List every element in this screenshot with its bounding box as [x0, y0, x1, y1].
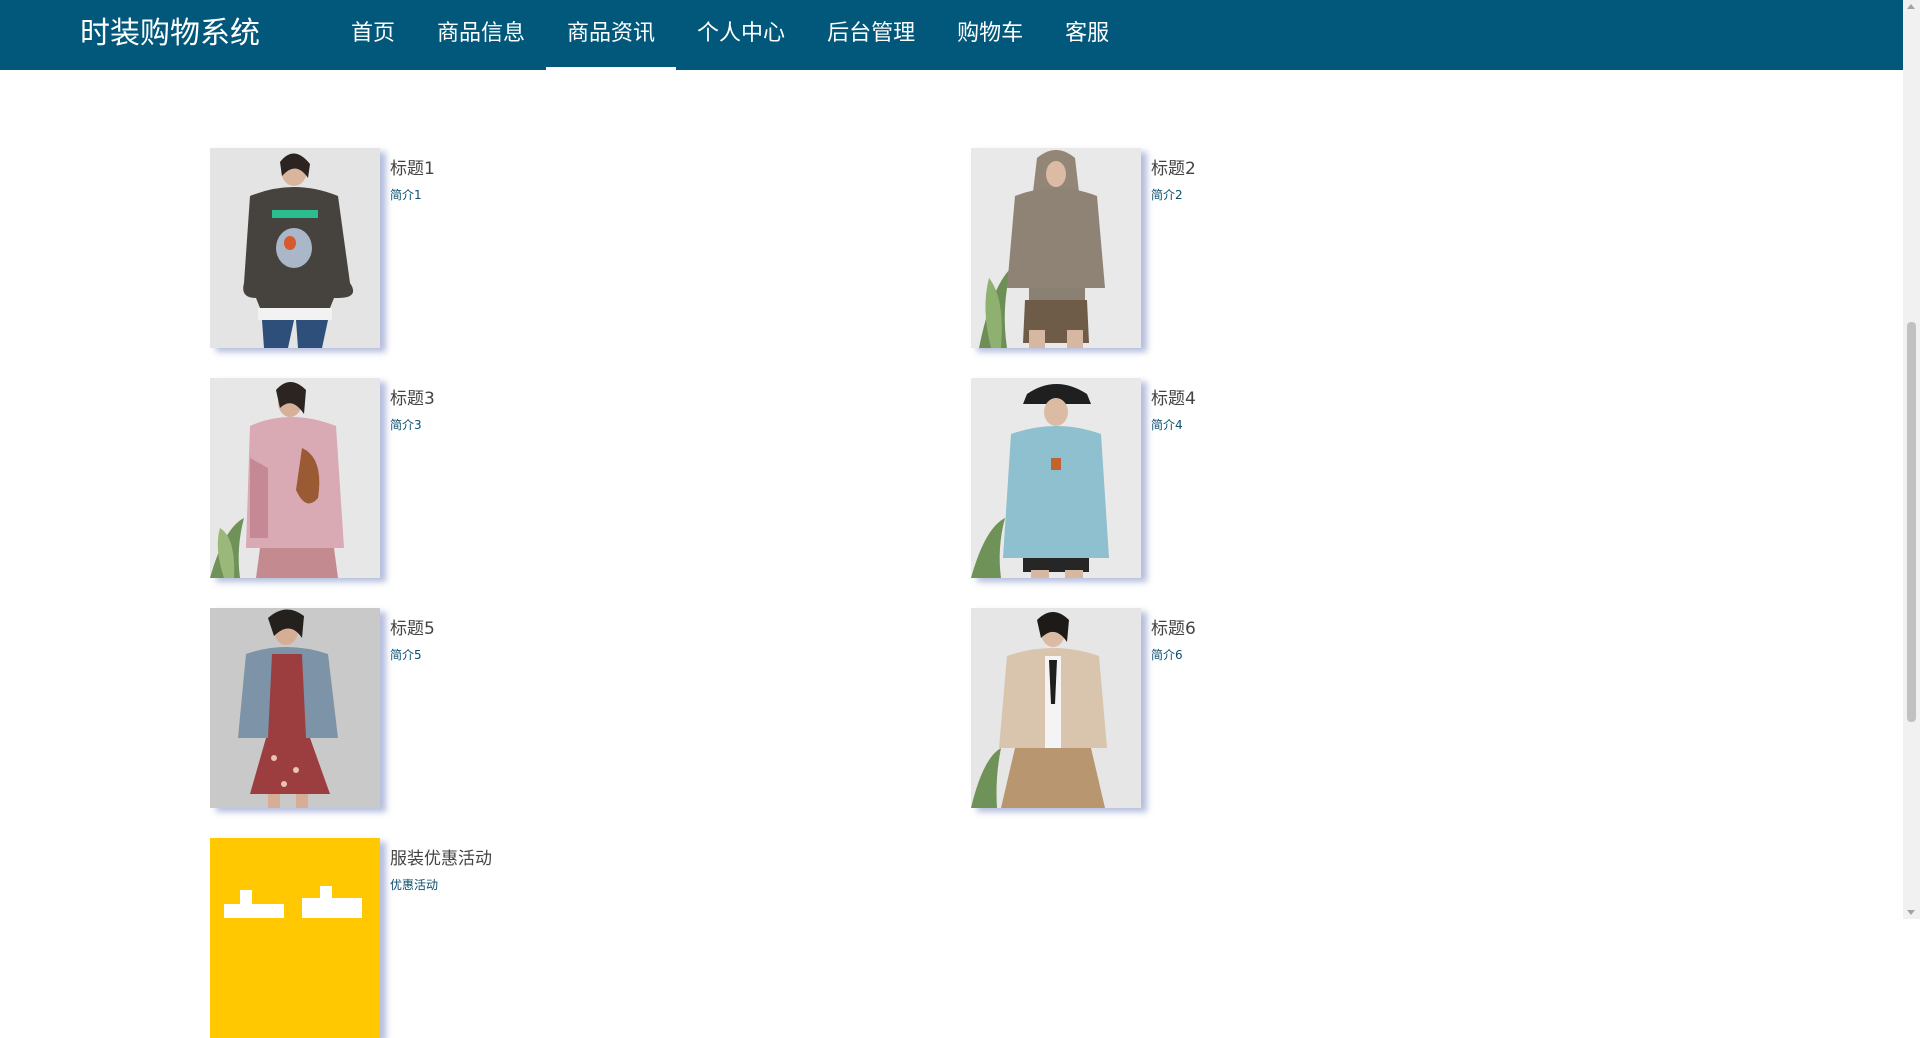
top-navbar: 时装购物系统 首页 商品信息 商品资讯 个人中心 后台管理 购物车 客服	[0, 0, 1903, 70]
news-item[interactable]: 标题3 简介3	[210, 378, 910, 578]
nav-cart[interactable]: 购物车	[936, 0, 1044, 70]
woman-pink-hoodie-photo	[210, 378, 380, 578]
news-thumbnail[interactable]	[210, 838, 380, 1038]
woman-blue-hoodie-photo	[971, 378, 1141, 578]
woman-beige-hoodie-photo	[971, 148, 1141, 348]
scroll-down-icon[interactable]	[1907, 910, 1915, 915]
news-intro: 简介5	[390, 648, 422, 662]
nav-profile[interactable]: 个人中心	[676, 0, 806, 70]
news-thumbnail[interactable]	[210, 608, 380, 808]
news-title[interactable]: 标题4	[1151, 384, 1196, 409]
site-brand[interactable]: 时装购物系统	[80, 14, 260, 54]
news-intro: 简介4	[1151, 418, 1183, 432]
news-thumbnail[interactable]	[971, 608, 1141, 808]
news-title[interactable]: 标题6	[1151, 614, 1196, 639]
nav-service[interactable]: 客服	[1044, 0, 1130, 70]
news-thumbnail[interactable]	[971, 148, 1141, 348]
news-title[interactable]: 标题2	[1151, 154, 1196, 179]
news-title[interactable]: 标题1	[390, 154, 435, 179]
news-title[interactable]: 标题5	[390, 614, 435, 639]
scrollbar-thumb[interactable]	[1907, 322, 1916, 722]
news-intro: 简介1	[390, 188, 422, 202]
nav-home[interactable]: 首页	[330, 0, 416, 70]
news-thumbnail[interactable]	[971, 378, 1141, 578]
news-title[interactable]: 服装优惠活动	[390, 844, 492, 869]
news-thumbnail[interactable]	[210, 378, 380, 578]
news-intro: 简介6	[1151, 648, 1183, 662]
nav-products[interactable]: 商品信息	[416, 0, 546, 70]
nav-admin[interactable]: 后台管理	[806, 0, 936, 70]
page-scrollbar[interactable]	[1903, 0, 1920, 919]
woman-dark-sweatshirt-photo	[210, 148, 380, 348]
news-thumbnail[interactable]	[210, 148, 380, 348]
nav-news[interactable]: 商品资讯	[546, 0, 677, 70]
news-item[interactable]: 标题6 简介6	[971, 608, 1671, 808]
woman-denim-jacket-photo	[210, 608, 380, 808]
news-intro: 简介2	[1151, 188, 1183, 202]
promo-yellow-banner	[210, 838, 380, 1038]
news-item[interactable]: 标题5 简介5	[210, 608, 910, 808]
news-intro: 简介3	[390, 418, 422, 432]
main-nav: 首页 商品信息 商品资讯 个人中心 后台管理 购物车 客服	[330, 0, 1130, 70]
news-intro: 优惠活动	[390, 878, 439, 892]
news-item[interactable]: 标题2 简介2	[971, 148, 1671, 348]
scroll-up-icon[interactable]	[1907, 4, 1915, 9]
news-item[interactable]: 标题1 简介1	[210, 148, 910, 348]
news-title[interactable]: 标题3	[390, 384, 435, 409]
news-item[interactable]: 服装优惠活动 优惠活动	[210, 838, 910, 1038]
woman-fleece-jacket-photo	[971, 608, 1141, 808]
news-item[interactable]: 标题4 简介4	[971, 378, 1671, 578]
